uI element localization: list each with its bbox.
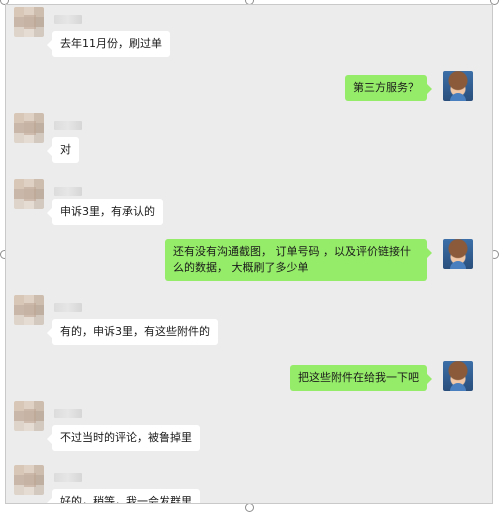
message-bubble[interactable]: 申诉3里，有承认的	[47, 199, 163, 225]
contact-name-blurred	[54, 473, 82, 482]
message-bubble[interactable]: 不过当时的评论，被鲁掉里	[47, 425, 200, 451]
user-avatar[interactable]	[443, 239, 473, 269]
message-bubble[interactable]: 去年11月份，刷过单	[47, 31, 170, 57]
message-text: 把这些附件在给我一下吧	[298, 371, 419, 384]
contact-avatar[interactable]	[14, 7, 44, 37]
contact-avatar[interactable]	[14, 295, 44, 325]
message-bubble[interactable]: 第三方服务？	[345, 75, 432, 101]
message-text: 对	[60, 143, 71, 156]
contact-name-blurred	[54, 121, 82, 130]
contact-avatar[interactable]	[14, 465, 44, 495]
message-text: 第三方服务？	[353, 81, 419, 94]
message-bubble[interactable]: 把这些附件在给我一下吧	[290, 365, 432, 391]
message-bubble[interactable]: 对	[47, 137, 79, 163]
contact-avatar[interactable]	[14, 401, 44, 431]
message-text: 好的，稍等，我一会发群里	[60, 495, 192, 504]
contact-name-blurred	[54, 409, 82, 418]
message-text: 还有没有沟通截图， 订单号码 ，以及评价链接什么的数据， 大概刷了多少单	[173, 245, 411, 274]
message-bubble[interactable]: 有的，申诉3里，有这些附件的	[47, 319, 218, 345]
message-text: 申诉3里，有承认的	[60, 205, 155, 218]
contact-avatar[interactable]	[14, 179, 44, 209]
contact-name-blurred	[54, 303, 82, 312]
user-avatar[interactable]	[443, 361, 473, 391]
contact-name-blurred	[54, 187, 82, 196]
message-text: 有的，申诉3里，有这些附件的	[60, 325, 210, 338]
contact-name-blurred	[54, 15, 82, 24]
contact-avatar[interactable]	[14, 113, 44, 143]
message-text: 不过当时的评论，被鲁掉里	[60, 431, 192, 444]
message-bubble[interactable]: 还有没有沟通截图， 订单号码 ，以及评价链接什么的数据， 大概刷了多少单	[165, 239, 432, 281]
message-bubble[interactable]: 好的，稍等，我一会发群里	[47, 489, 200, 504]
message-text: 去年11月份，刷过单	[60, 37, 162, 50]
chat-window: 去年11月份，刷过单 第三方服务？ 对 申诉3里，有承认的 还有没有沟通截图， …	[5, 4, 493, 504]
user-avatar[interactable]	[443, 71, 473, 101]
